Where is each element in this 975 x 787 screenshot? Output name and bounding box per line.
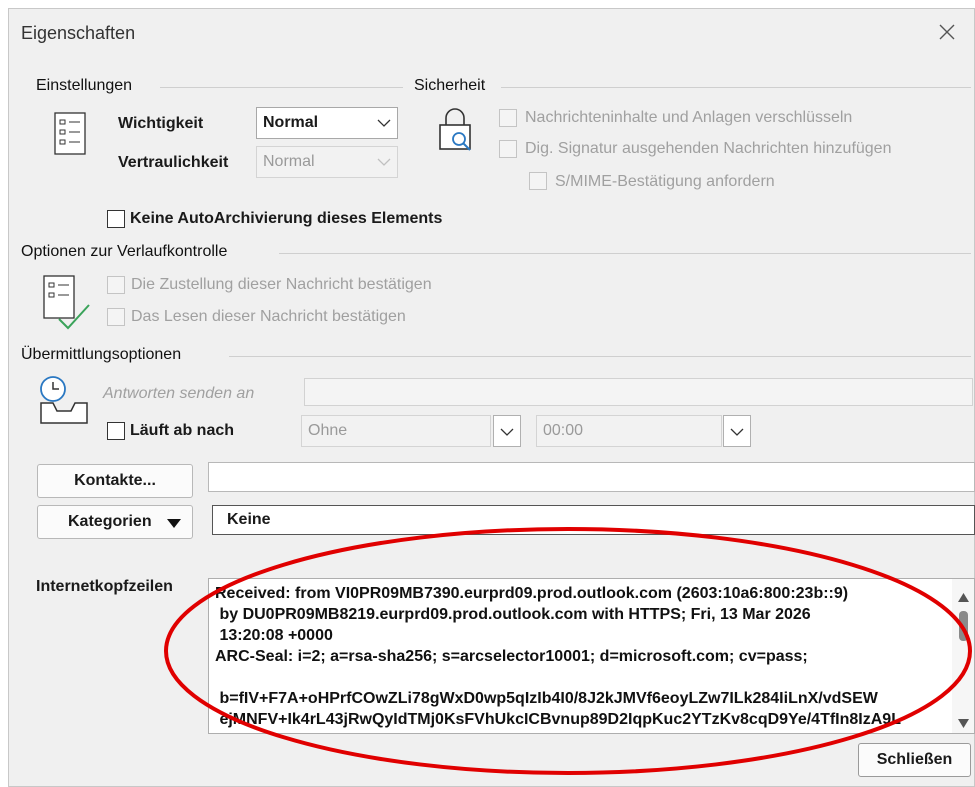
uebermittlung-rule: [229, 356, 971, 357]
properties-dialog: Eigenschaften Einstellungen Wichtigkeit …: [8, 8, 975, 787]
smime-label: S/MIME-Bestätigung anfordern: [555, 173, 775, 190]
internet-headers-label: Internetkopfzeilen: [36, 578, 173, 595]
categories-value: Keine: [227, 511, 271, 528]
chevron-down-icon: [730, 428, 744, 436]
sign-checkbox[interactable]: [499, 140, 517, 158]
einstellungen-heading: Einstellungen: [36, 77, 133, 94]
caret-down-icon: [167, 519, 181, 528]
categories-button-label-start: Kate: [68, 513, 103, 530]
encrypt-label: Nachrichteninhalte und Anlagen verschlüs…: [525, 109, 853, 126]
chevron-down-icon: [500, 428, 514, 436]
expires-time-input[interactable]: 00:00: [536, 415, 722, 447]
categories-button[interactable]: Kategorien: [37, 505, 193, 539]
expires-time-dropdown-button[interactable]: [723, 415, 751, 447]
no-autoarchive-checkbox[interactable]: [107, 210, 125, 228]
internet-headers-textarea[interactable]: Received: from VI0PR09MB7390.eurprd09.pr…: [208, 578, 975, 734]
importance-value: Normal: [263, 114, 319, 131]
confirm-delivery-checkbox[interactable]: [107, 276, 125, 294]
encrypt-checkbox[interactable]: [499, 109, 517, 127]
smime-checkbox[interactable]: [529, 172, 547, 190]
expires-label: Läuft ab nach: [130, 422, 235, 439]
sign-label: Dig. Signatur ausgehenden Nachrichten hi…: [525, 140, 892, 157]
categories-button-accelerator: g: [102, 513, 113, 530]
reply-to-label: Antworten senden an: [103, 385, 255, 402]
expires-time-value: 00:00: [543, 422, 584, 439]
sensitivity-select[interactable]: Normal: [256, 146, 398, 178]
importance-label: Wichtigkeit: [118, 115, 204, 132]
title-bar: Eigenschaften: [9, 9, 974, 59]
tracking-checklist-icon: [43, 275, 90, 330]
verlauf-rule: [279, 253, 971, 254]
scroll-up-arrow-icon[interactable]: [958, 593, 969, 602]
contacts-input[interactable]: [208, 462, 975, 492]
chevron-down-icon: [377, 119, 391, 127]
chevron-down-icon: [377, 158, 391, 166]
reply-to-input[interactable]: [304, 378, 973, 406]
verlauf-heading: Optionen zur Verlaufkontrolle: [21, 243, 228, 260]
expires-date-value: Ohne: [308, 422, 348, 439]
sensitivity-label: Vertraulichkeit: [118, 154, 229, 171]
scroll-down-arrow-icon[interactable]: [958, 719, 969, 728]
sicherheit-rule: [501, 87, 971, 88]
importance-select[interactable]: Normal: [256, 107, 398, 139]
no-autoarchive-label: Keine AutoArchivierung dieses Elements: [130, 210, 443, 227]
expires-date-dropdown-button[interactable]: [493, 415, 521, 447]
vertical-scrollbar[interactable]: [952, 579, 974, 733]
confirm-delivery-label: Die Zustellung dieser Nachricht bestätig…: [131, 276, 432, 293]
close-icon[interactable]: [932, 17, 962, 47]
internet-headers-text: Received: from VI0PR09MB7390.eurprd09.pr…: [215, 585, 901, 728]
sensitivity-value: Normal: [263, 153, 315, 170]
einstellungen-rule: [160, 87, 403, 88]
sicherheit-heading: Sicherheit: [414, 77, 486, 94]
uebermittlung-heading: Übermittlungsoptionen: [21, 346, 182, 363]
categories-button-label-end: orien: [112, 513, 152, 530]
confirm-read-checkbox[interactable]: [107, 308, 125, 326]
expires-checkbox[interactable]: [107, 422, 125, 440]
close-button[interactable]: Schließen: [858, 743, 971, 777]
contacts-button[interactable]: Kontakte...: [37, 464, 193, 498]
confirm-read-label: Das Lesen dieser Nachricht bestätigen: [131, 308, 406, 325]
scroll-thumb[interactable]: [959, 611, 968, 641]
categories-input[interactable]: Keine: [212, 505, 975, 535]
dialog-title: Eigenschaften: [21, 23, 136, 43]
expires-date-input[interactable]: Ohne: [301, 415, 491, 447]
list-settings-icon: [54, 112, 86, 155]
lock-icon: [439, 108, 471, 151]
delivery-inbox-clock-icon: [40, 376, 88, 424]
